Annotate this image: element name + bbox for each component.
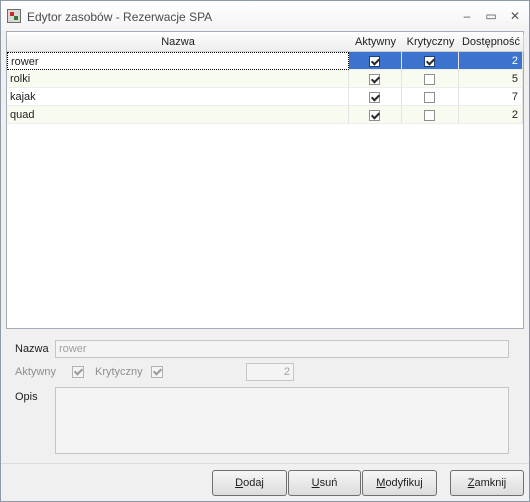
add-button-mnemonic: D bbox=[235, 477, 244, 489]
active-checkbox-cell[interactable] bbox=[369, 110, 380, 121]
add-button[interactable]: Dodaj bbox=[212, 470, 287, 496]
column-header-name[interactable]: Nazwa bbox=[7, 34, 350, 52]
modify-button-rest: odyfikuj bbox=[385, 477, 423, 489]
active-checkbox[interactable] bbox=[72, 366, 84, 378]
name-field[interactable]: rower bbox=[55, 340, 509, 358]
active-label: Aktywny bbox=[15, 366, 56, 378]
table-row[interactable]: kajak 7 bbox=[7, 88, 523, 106]
cell-availability[interactable]: 2 bbox=[459, 106, 523, 124]
description-field[interactable] bbox=[55, 387, 509, 454]
cell-availability[interactable]: 7 bbox=[459, 88, 523, 106]
cell-availability[interactable]: 2 bbox=[459, 52, 523, 70]
cell-critical[interactable] bbox=[402, 52, 459, 70]
close-window-button[interactable]: ✕ bbox=[505, 7, 525, 25]
availability-field[interactable]: 2 bbox=[246, 363, 294, 381]
app-icon bbox=[7, 9, 21, 23]
resources-table[interactable]: Nazwa Aktywny Krytyczny Dostępność rower… bbox=[6, 31, 524, 329]
cell-name[interactable]: rolki bbox=[7, 70, 349, 88]
cell-active[interactable] bbox=[349, 88, 402, 106]
modify-button[interactable]: Modyfikuj bbox=[362, 470, 437, 496]
critical-checkbox-cell[interactable] bbox=[424, 110, 435, 121]
active-checkbox-cell[interactable] bbox=[369, 92, 380, 103]
cell-active[interactable] bbox=[349, 52, 402, 70]
table-row[interactable]: quad 2 bbox=[7, 106, 523, 124]
remove-button-mnemonic: U bbox=[311, 477, 320, 489]
minimize-button[interactable]: – bbox=[457, 7, 477, 25]
critical-checkbox-cell[interactable] bbox=[424, 56, 435, 67]
add-button-rest: odaj bbox=[243, 477, 264, 489]
description-label: Opis bbox=[15, 391, 38, 403]
name-label: Nazwa bbox=[15, 343, 49, 355]
cell-name[interactable]: rower bbox=[7, 52, 349, 70]
cell-active[interactable] bbox=[349, 106, 402, 124]
column-header-active[interactable]: Aktywny bbox=[349, 34, 403, 52]
critical-checkbox-cell[interactable] bbox=[424, 92, 435, 103]
active-checkbox-cell[interactable] bbox=[369, 56, 380, 67]
cell-name[interactable]: kajak bbox=[7, 88, 349, 106]
column-header-critical[interactable]: Krytyczny bbox=[402, 34, 460, 52]
critical-label: Krytyczny bbox=[95, 366, 143, 378]
cell-name[interactable]: quad bbox=[7, 106, 349, 124]
column-header-availability[interactable]: Dostępność bbox=[459, 34, 524, 52]
critical-checkbox-cell[interactable] bbox=[424, 74, 435, 85]
button-bar: Dodaj Usuń Modyfikuj Zamknij bbox=[1, 463, 529, 502]
editor-window: Edytor zasobów - Rezerwacje SPA – ▭ ✕ Na… bbox=[0, 0, 530, 502]
close-button[interactable]: Zamknij bbox=[450, 470, 524, 496]
close-button-rest: amknij bbox=[474, 477, 507, 489]
remove-button-rest: suń bbox=[319, 477, 338, 489]
cell-critical[interactable] bbox=[402, 70, 459, 88]
cell-critical[interactable] bbox=[402, 106, 459, 124]
cell-availability[interactable]: 5 bbox=[459, 70, 523, 88]
table-row[interactable]: rower 2 bbox=[7, 52, 523, 70]
cell-critical[interactable] bbox=[402, 88, 459, 106]
remove-button[interactable]: Usuń bbox=[288, 470, 361, 496]
table-header: Nazwa Aktywny Krytyczny Dostępność bbox=[7, 34, 524, 52]
details-form: Nazwa rower Aktywny Krytyczny 2 Opis bbox=[1, 331, 529, 461]
title-bar[interactable]: Edytor zasobów - Rezerwacje SPA – ▭ ✕ bbox=[1, 1, 529, 31]
maximize-button[interactable]: ▭ bbox=[481, 7, 501, 25]
active-checkbox-cell[interactable] bbox=[369, 74, 380, 85]
critical-checkbox[interactable] bbox=[151, 366, 163, 378]
window-title: Edytor zasobów - Rezerwacje SPA bbox=[27, 10, 213, 24]
table-row[interactable]: rolki 5 bbox=[7, 70, 523, 88]
cell-active[interactable] bbox=[349, 70, 402, 88]
